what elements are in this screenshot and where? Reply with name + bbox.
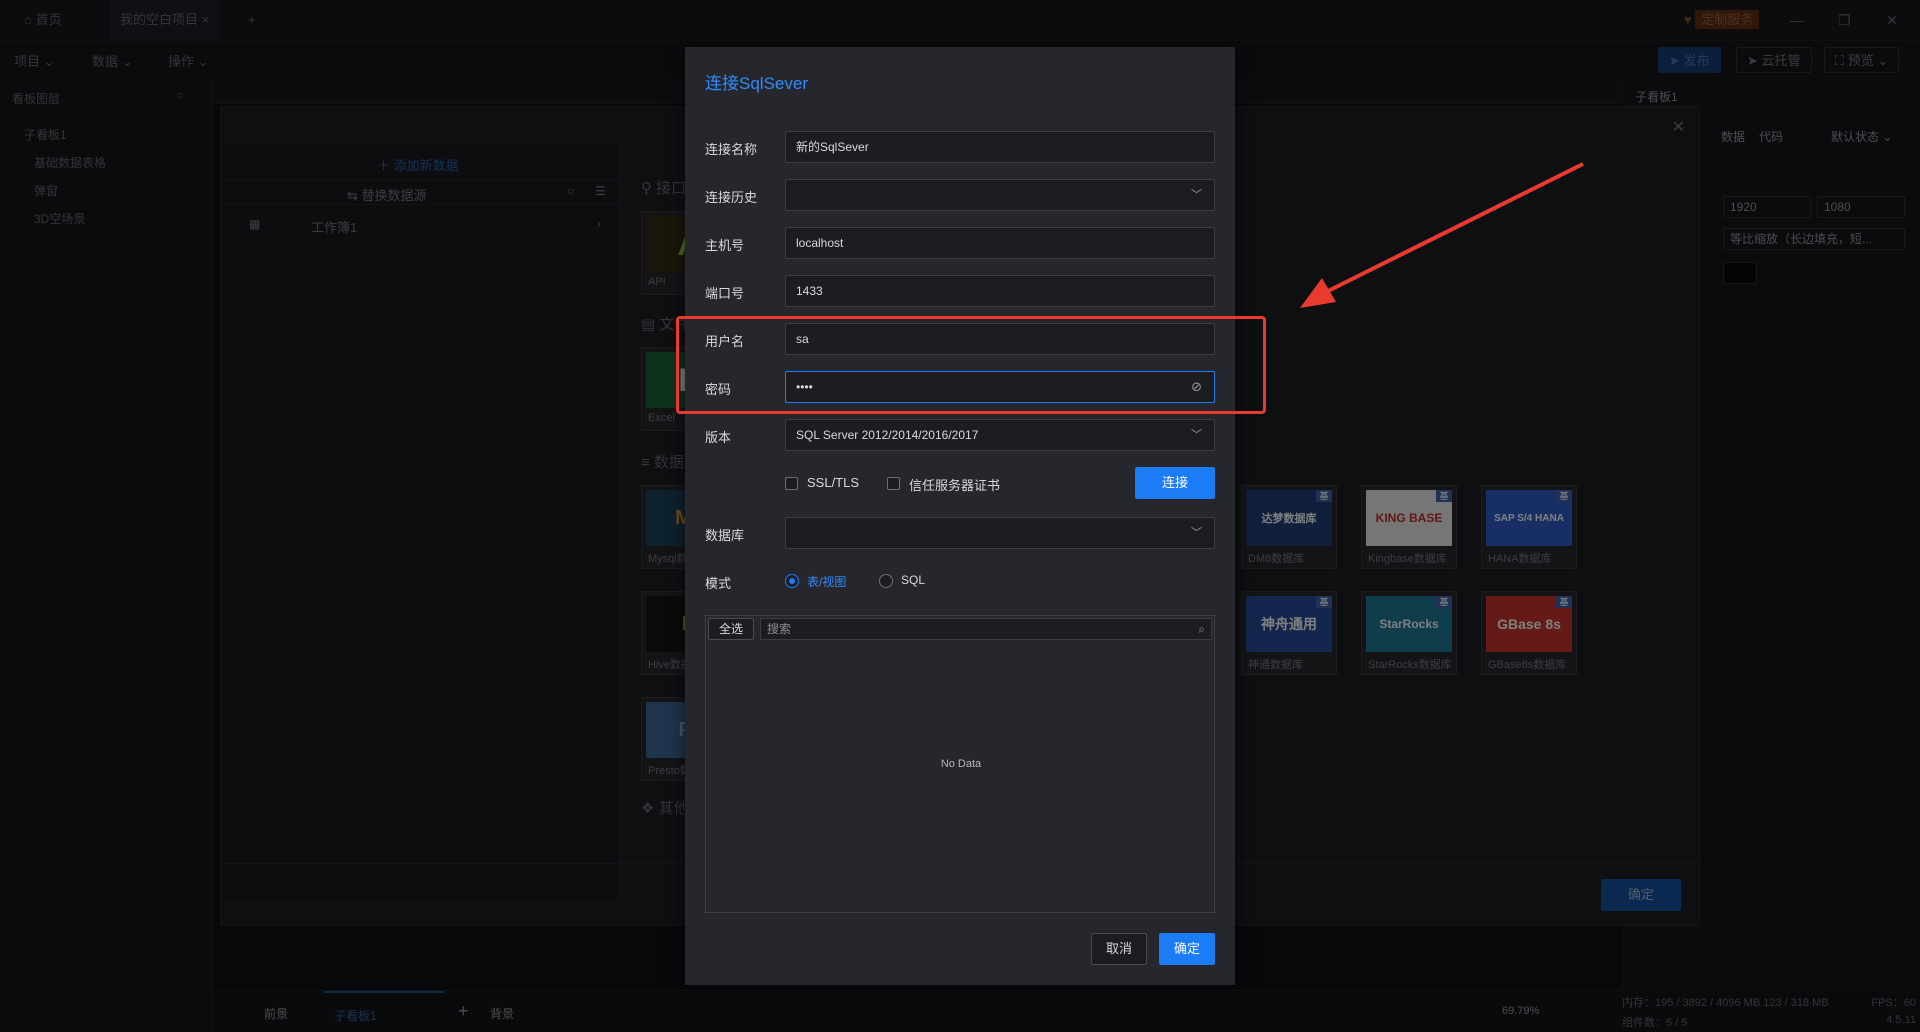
chevron-down-icon: ﹀ [1191, 527, 1202, 539]
ssl-label: SSL/TLS [807, 475, 860, 490]
mode-sql-radio[interactable] [879, 574, 893, 588]
connect-sqlserver-dialog: 连接SqlSever 连接名称 新的SqlSever 连接历史 ﹀ 主机号 lo… [685, 47, 1235, 985]
connect-button[interactable]: 连接 [1135, 467, 1215, 499]
mode-label: 模式 [705, 576, 732, 591]
connection-name-label: 连接名称 [705, 142, 758, 157]
ok-button[interactable]: 确定 [1159, 933, 1215, 965]
mode-table-label: 表/视图 [807, 575, 847, 589]
port-input[interactable]: 1433 [785, 275, 1215, 307]
highlight-box [676, 316, 1266, 414]
annotation-arrow-icon [1300, 162, 1584, 308]
trust-cert-checkbox[interactable] [887, 477, 900, 490]
search-icon[interactable]: ⌕ [1198, 619, 1205, 639]
history-label: 连接历史 [705, 190, 758, 205]
table-list-panel: 全选 搜索 ⌕ No Data [705, 615, 1215, 913]
trust-cert-label: 信任服务器证书 [909, 478, 1001, 493]
database-select[interactable]: ﹀ [785, 517, 1215, 549]
history-select[interactable]: ﹀ [785, 179, 1215, 211]
select-all-button[interactable]: 全选 [708, 618, 754, 640]
version-label: 版本 [705, 430, 732, 445]
dialog-title: 连接SqlSever [705, 74, 808, 93]
cancel-button[interactable]: 取消 [1091, 933, 1147, 965]
host-input[interactable]: localhost [785, 227, 1215, 259]
empty-state-text: No Data [940, 758, 982, 770]
search-input[interactable]: 搜索 ⌕ [760, 618, 1212, 640]
connection-name-input[interactable]: 新的SqlSever [785, 131, 1215, 163]
version-select[interactable]: SQL Server 2012/2014/2016/2017 ﹀ [785, 419, 1215, 451]
mode-sql-label: SQL [901, 573, 926, 587]
mode-table-radio[interactable] [785, 574, 799, 588]
chevron-down-icon: ﹀ [1191, 189, 1202, 201]
database-label: 数据库 [705, 528, 745, 543]
port-label: 端口号 [705, 286, 745, 301]
chevron-down-icon: ﹀ [1191, 429, 1202, 441]
host-label: 主机号 [705, 238, 745, 253]
ssl-checkbox[interactable] [785, 477, 798, 490]
